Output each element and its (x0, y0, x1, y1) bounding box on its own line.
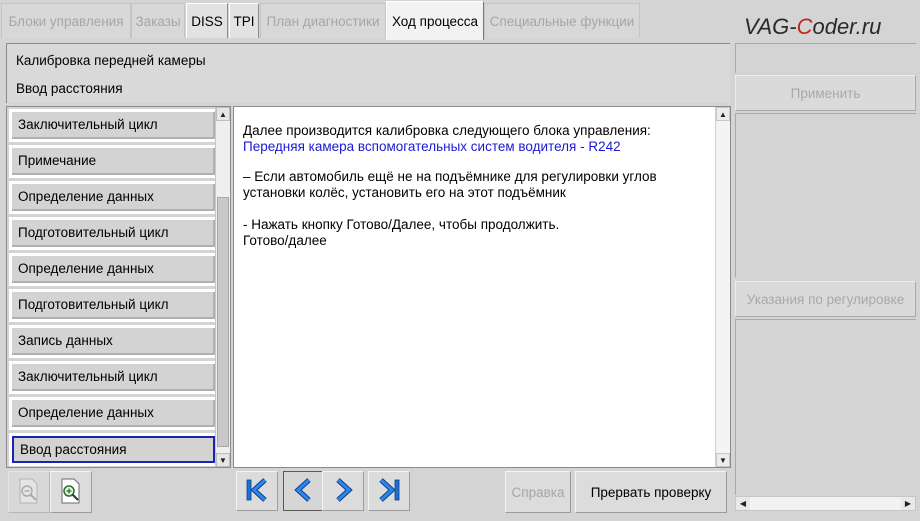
scroll-up-icon[interactable]: ▲ (216, 107, 230, 121)
step-label: Заключительный цикл (12, 364, 215, 391)
list-item[interactable]: Заключительный цикл (9, 109, 218, 142)
control-unit-name: Передняя камера вспомогательных систем в… (243, 139, 621, 154)
scroll-down-icon[interactable]: ▼ (716, 453, 730, 467)
first-step-button[interactable] (236, 471, 278, 511)
list-item[interactable]: Подготовительный цикл (9, 217, 218, 250)
list-item[interactable]: Определение данных (9, 397, 218, 430)
step-label: Определение данных (12, 256, 215, 283)
brand-prefix: VAG- (744, 14, 797, 39)
list-item[interactable]: Заключительный цикл (9, 361, 218, 394)
adjustment-instructions-button[interactable]: Указания по регулировке (735, 281, 916, 317)
procedure-step-title: Ввод расстояния (16, 81, 123, 96)
step-list-scrollbar[interactable]: ▲ ▼ (215, 107, 230, 467)
step-label: Определение данных (12, 184, 215, 211)
step-label: Ввод расстояния (12, 436, 215, 463)
last-step-button[interactable] (368, 471, 410, 511)
skip-first-icon (244, 477, 270, 506)
procedure-header: Калибровка передней камеры Ввод расстоян… (6, 43, 730, 103)
step-label: Запись данных (12, 328, 215, 355)
step-label: Подготовительный цикл (12, 292, 215, 319)
tab-tpi[interactable]: TPI (229, 3, 259, 38)
brand-watermark: VAG-Coder.ru (744, 14, 881, 40)
instruction-text: – Если автомобиль ещё не на подъёмнике д… (243, 169, 657, 184)
step-label: Заключительный цикл (12, 112, 215, 139)
procedure-title: Калибровка передней камеры (16, 53, 206, 68)
zoom-out-icon (16, 477, 42, 508)
instruction-text: - Нажать кнопку Готово/Далее, чтобы прод… (243, 217, 560, 232)
zoom-in-icon (58, 477, 84, 508)
chevron-right-icon (330, 477, 356, 506)
step-label: Подготовительный цикл (12, 220, 215, 247)
apply-button[interactable]: Применить (735, 75, 916, 111)
instruction-text: Готово/далее (243, 233, 327, 248)
list-item[interactable]: Запись данных (9, 325, 218, 358)
tab-diagnostic-plan[interactable]: План диагностики (260, 3, 386, 38)
scroll-down-icon[interactable]: ▼ (216, 453, 230, 467)
tab-orders[interactable]: Заказы (131, 3, 185, 38)
instruction-scrollbar[interactable]: ▲ ▼ (715, 107, 730, 467)
scroll-right-icon[interactable]: ▶ (901, 497, 915, 510)
right-panel-area (735, 113, 916, 277)
instruction-text: установки колёс, установить его на этот … (243, 185, 566, 200)
tab-special-functions[interactable]: Специальные функции (484, 3, 640, 38)
right-panel-scrollbar[interactable]: ◀ ▶ (735, 496, 916, 511)
instruction-panel: Далее производится калибровка следующего… (233, 106, 731, 468)
instruction-text: Далее производится калибровка следующего… (243, 123, 651, 138)
scroll-left-icon[interactable]: ◀ (736, 497, 750, 510)
help-button[interactable]: Справка (505, 471, 571, 513)
list-item[interactable]: Определение данных (9, 253, 218, 286)
zoom-out-button[interactable] (8, 471, 50, 513)
zoom-in-button[interactable] (50, 471, 92, 513)
step-label: Определение данных (12, 400, 215, 427)
bottom-toolbar: Справка Прервать проверку (0, 468, 733, 521)
list-item[interactable]: Определение данных (9, 181, 218, 214)
chevron-left-icon (291, 477, 317, 506)
skip-last-icon (376, 477, 402, 506)
right-panel: Применить Указания по регулировке ◀ ▶ (733, 43, 916, 513)
list-item[interactable]: Примечание (9, 145, 218, 178)
right-panel-top (735, 43, 916, 73)
tab-process[interactable]: Ход процесса (386, 1, 484, 40)
scroll-up-icon[interactable]: ▲ (716, 107, 730, 121)
scrollbar-thumb[interactable] (217, 197, 229, 447)
step-list: Заключительный цикл Примечание Определен… (6, 106, 231, 468)
brand-suffix: oder.ru (812, 14, 882, 39)
tab-control-units[interactable]: Блоки управления (1, 3, 131, 38)
brand-accent: C (796, 14, 813, 39)
tab-diss[interactable]: DISS (186, 3, 228, 38)
previous-step-button[interactable] (283, 471, 325, 511)
list-item-selected[interactable]: Ввод расстояния (9, 433, 218, 466)
abort-test-button[interactable]: Прервать проверку (575, 471, 727, 513)
right-panel-area (735, 319, 916, 495)
tab-bar: Блоки управления Заказы DISS TPI План ди… (0, 0, 920, 40)
list-item[interactable]: Подготовительный цикл (9, 289, 218, 322)
next-step-button[interactable] (322, 471, 364, 511)
step-label: Примечание (12, 148, 215, 175)
